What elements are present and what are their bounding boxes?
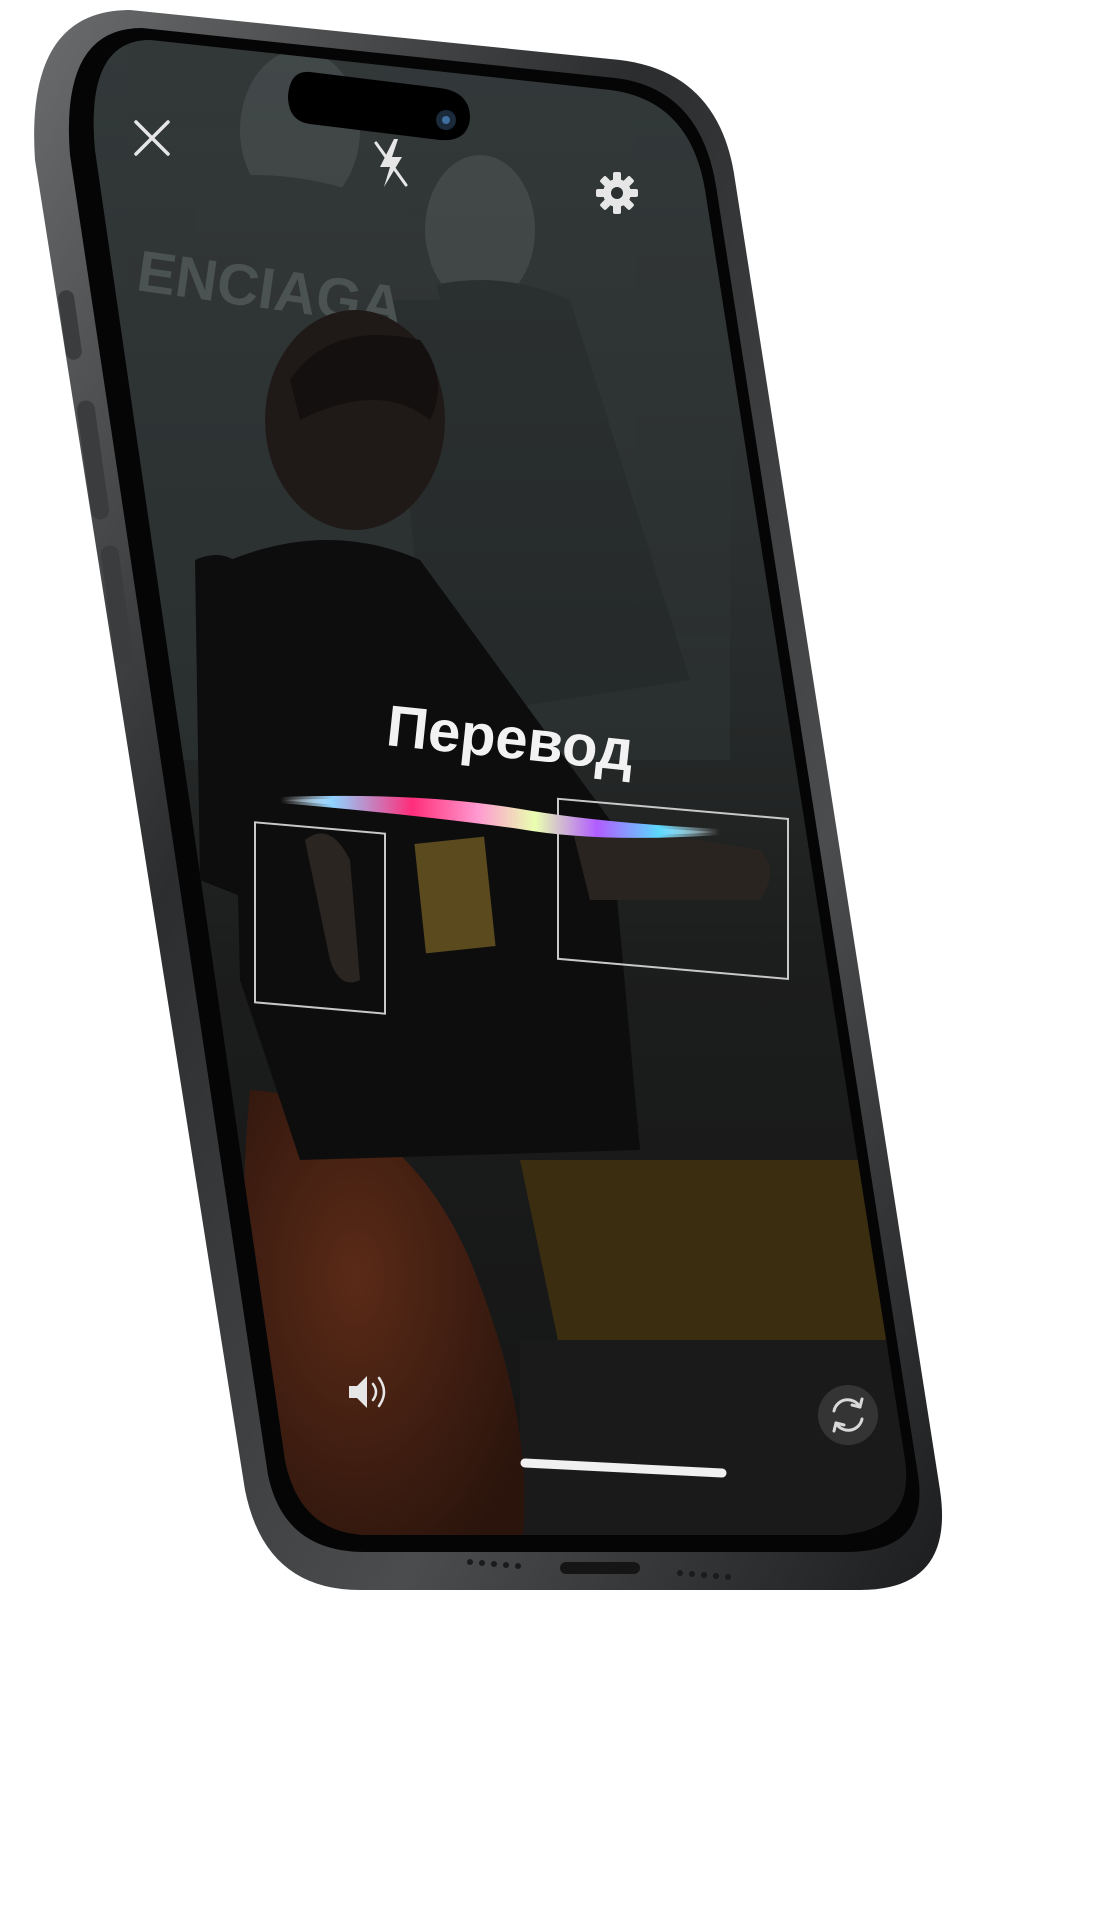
gear-icon [596, 172, 638, 214]
switch-camera-button[interactable] [818, 1385, 878, 1445]
badge [414, 836, 496, 954]
settings-button[interactable] [596, 172, 638, 214]
phone-mockup: ENCIAGA Перевод [0, 0, 1112, 1916]
phone-svg: ENCIAGA Перевод [34, 10, 943, 1590]
charging-port [560, 1562, 640, 1574]
